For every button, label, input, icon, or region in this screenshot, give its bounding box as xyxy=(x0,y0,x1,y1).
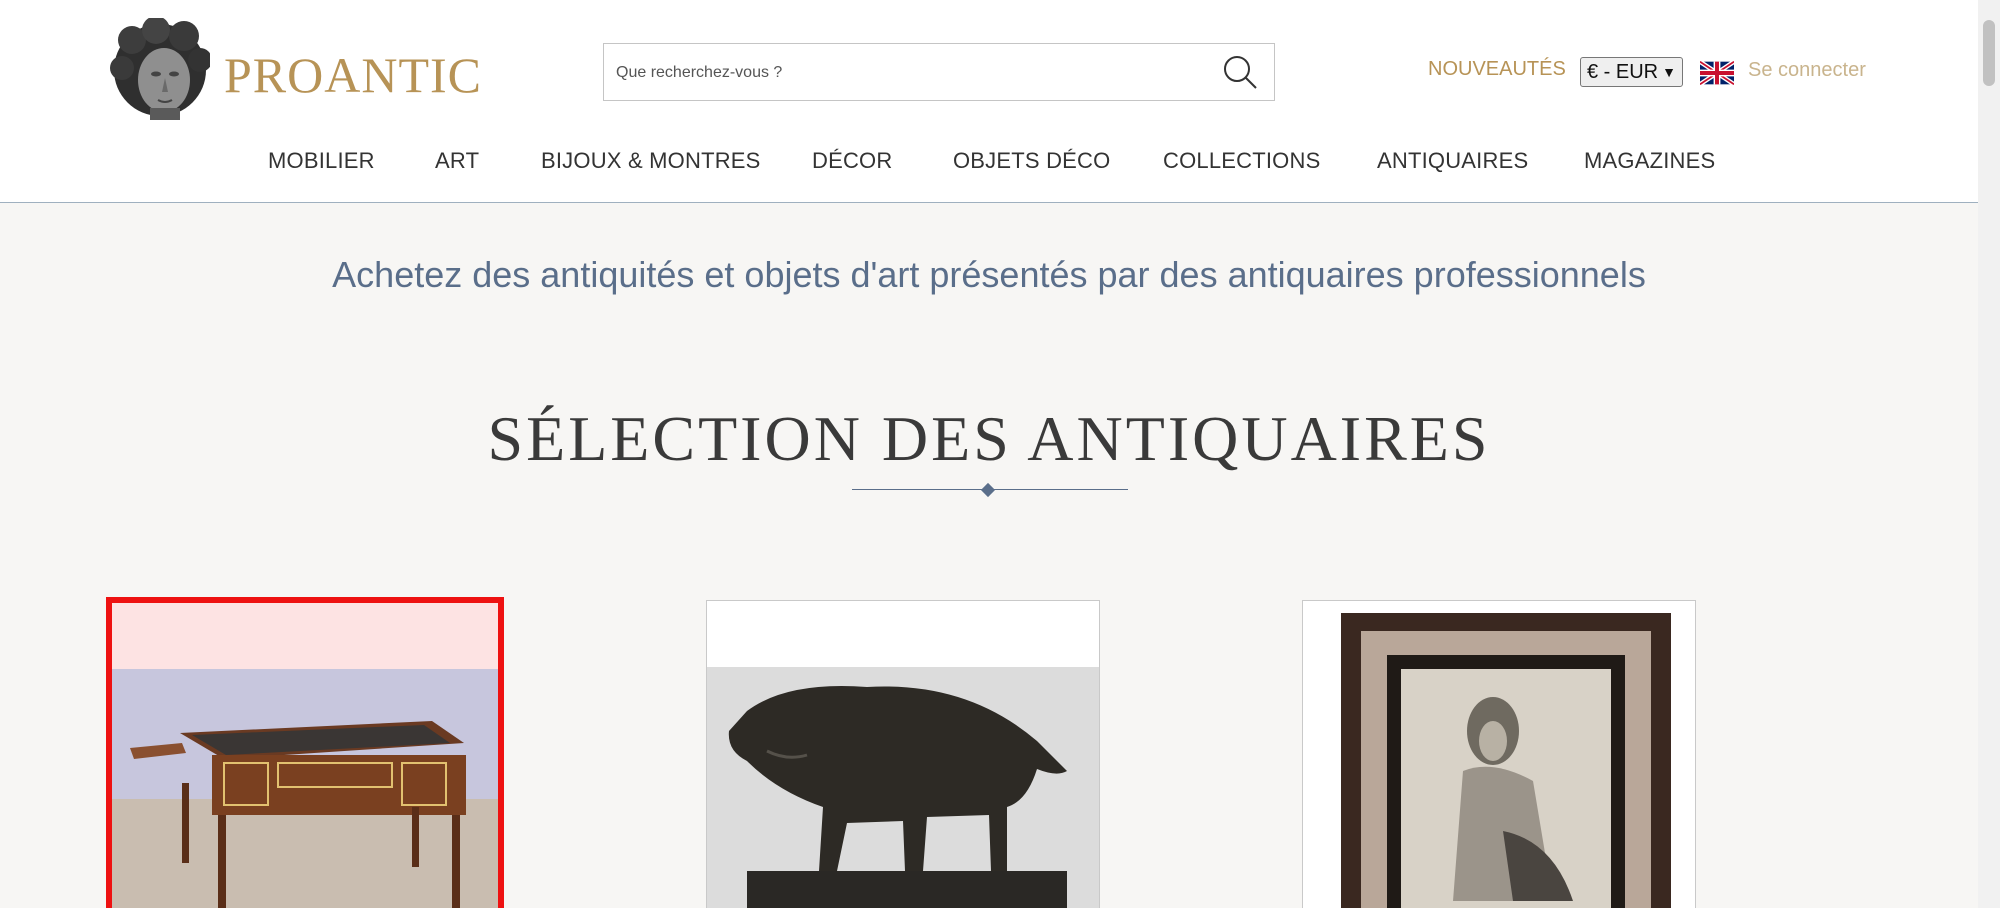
section-title: SÉLECTION DES ANTIQUAIRES xyxy=(487,403,1491,474)
chevron-down-icon: ▼ xyxy=(1662,64,1676,80)
nav-item-art[interactable]: ART xyxy=(435,148,479,174)
main-nav: MOBILIER ART BIJOUX & MONTRES DÉCOR OBJE… xyxy=(0,148,1978,180)
search-icon[interactable] xyxy=(1220,52,1260,92)
uk-flag-icon[interactable] xyxy=(1700,61,1734,85)
scrollbar-thumb[interactable] xyxy=(1983,20,1995,86)
boar-image xyxy=(707,601,1099,908)
site-header: PROANTIC NOUVEAUTÉS € - EUR ▼ Se connect… xyxy=(0,0,1978,203)
nav-item-antiquaires[interactable]: ANTIQUAIRES xyxy=(1377,148,1528,174)
product-card-drawing[interactable] xyxy=(1302,600,1696,908)
nav-item-collections[interactable]: COLLECTIONS xyxy=(1163,148,1320,174)
product-card-boar[interactable] xyxy=(706,600,1100,908)
currency-select[interactable]: € - EUR ▼ xyxy=(1580,57,1683,87)
page: PROANTIC NOUVEAUTÉS € - EUR ▼ Se connect… xyxy=(0,0,1978,908)
page-scrollbar[interactable] xyxy=(1978,0,2000,908)
search-input[interactable] xyxy=(614,44,1208,102)
tagline: Achetez des antiquités et objets d'art p… xyxy=(332,254,1646,295)
site-logo[interactable]: PROANTIC xyxy=(110,18,481,128)
nav-item-magazines[interactable]: MAGAZINES xyxy=(1584,148,1715,174)
nouveautes-link[interactable]: NOUVEAUTÉS xyxy=(1428,58,1566,81)
nav-item-decor[interactable]: DÉCOR xyxy=(812,148,892,174)
drawing-image xyxy=(1303,601,1695,908)
product-card-desk[interactable] xyxy=(106,597,504,908)
nav-item-objets-deco[interactable]: OBJETS DÉCO xyxy=(953,148,1110,174)
nav-item-bijoux-montres[interactable]: BIJOUX & MONTRES xyxy=(541,148,761,174)
desk-image xyxy=(112,603,498,908)
login-link[interactable]: Se connecter xyxy=(1748,59,1866,82)
logo-text: PROANTIC xyxy=(224,47,483,103)
search-box xyxy=(603,43,1275,102)
diamond-icon xyxy=(980,482,996,498)
nav-item-mobilier[interactable]: MOBILIER xyxy=(268,148,375,174)
logo-head-icon xyxy=(110,18,210,120)
currency-value: € - EUR xyxy=(1587,60,1659,83)
